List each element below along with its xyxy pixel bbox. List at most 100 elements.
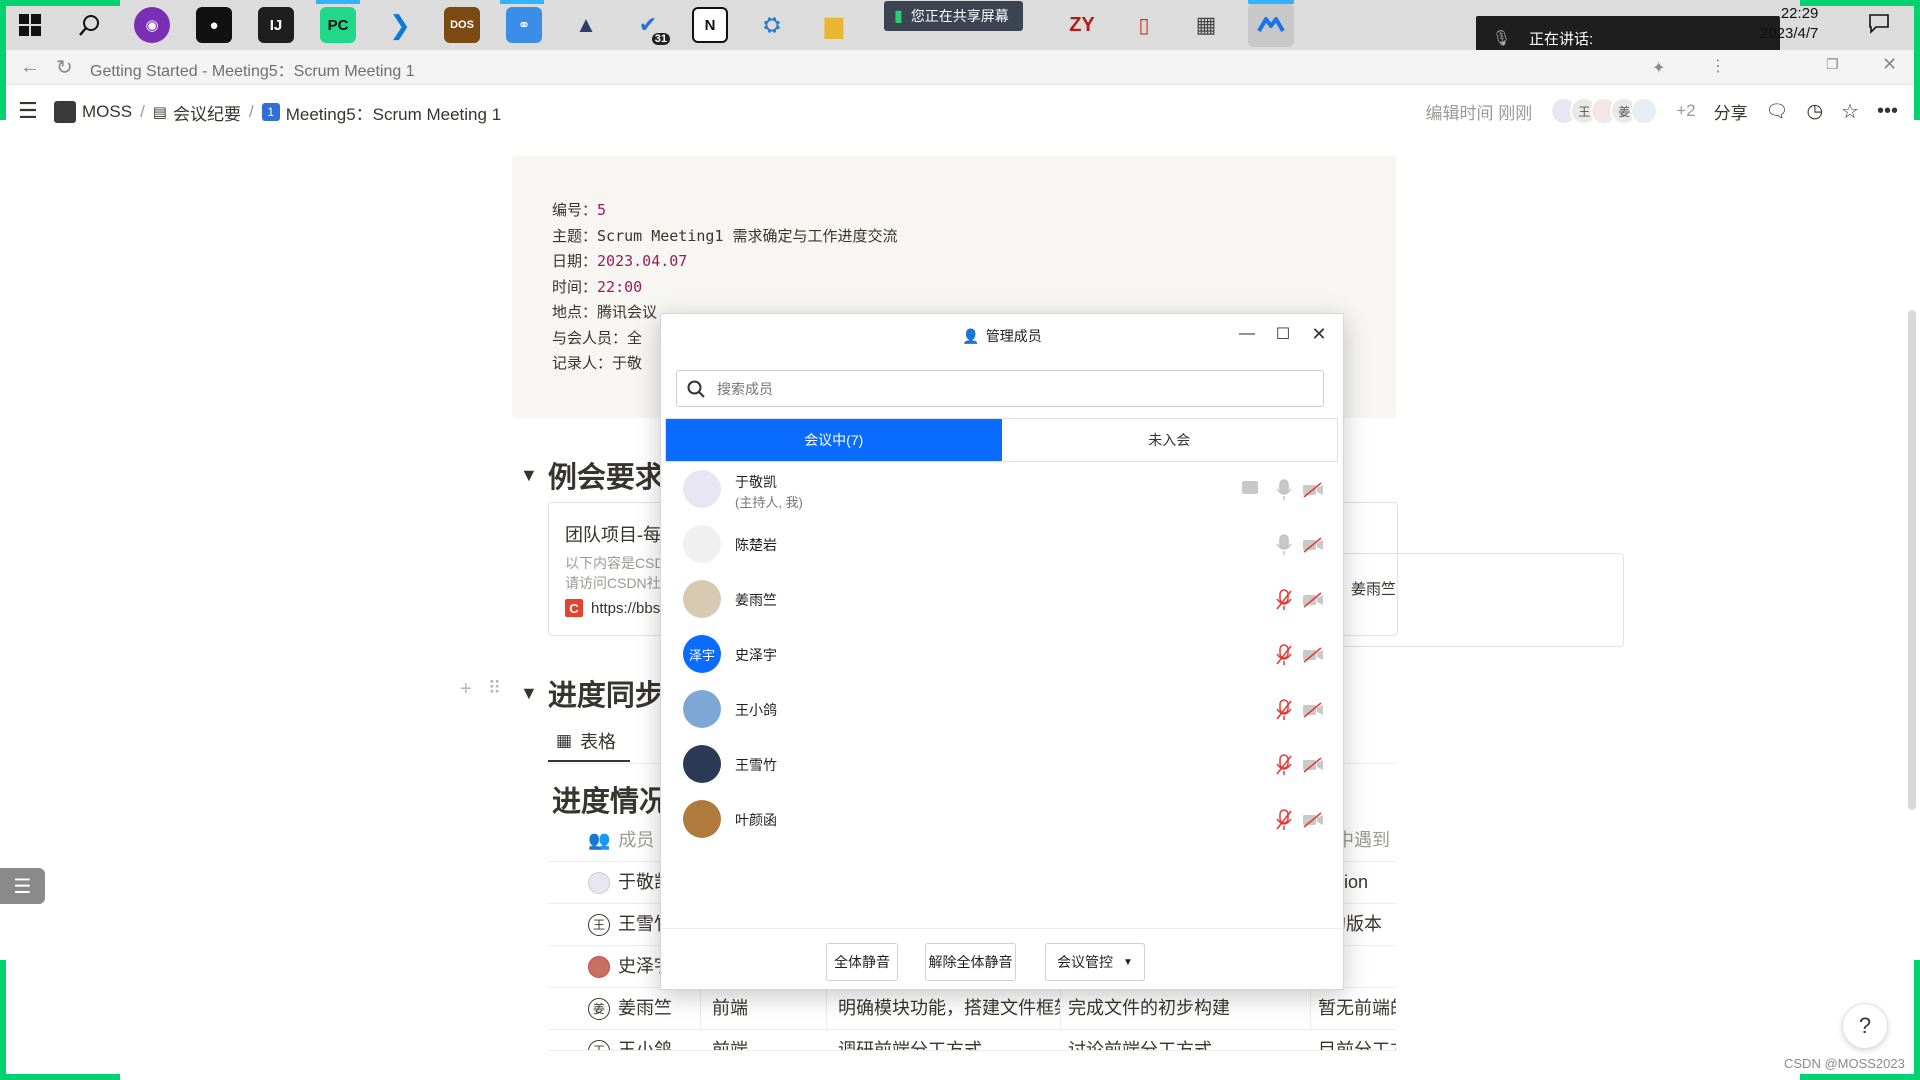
zotero-icon[interactable]: ZY [1064, 7, 1100, 43]
member-avatar [683, 690, 721, 728]
mic-muted-icon[interactable] [1275, 809, 1293, 831]
workspace-logo-icon [54, 101, 76, 123]
breadcrumb-item[interactable]: Meeting5：Scrum Meeting 1 [286, 100, 501, 125]
member-row[interactable]: 姜雨竺 [661, 572, 1343, 627]
github-desktop-icon[interactable]: ◉ [134, 7, 170, 43]
meeting-control-dropdown[interactable]: 会议管控 ▼ [1045, 943, 1145, 981]
watermark-text: CSDN @MOSS2023 [1784, 1056, 1905, 1071]
tab-in-meeting[interactable]: 会议中(7) [666, 419, 1002, 461]
unmute-all-button[interactable]: 解除全体静音 [925, 943, 1016, 981]
avatar [588, 872, 610, 895]
camera-off-icon[interactable] [1302, 482, 1324, 498]
toggle-triangle-icon[interactable]: ▼ [520, 683, 538, 704]
more-menu-icon[interactable]: ⋮ [1710, 56, 1726, 76]
pycharm-icon[interactable]: PC [320, 7, 356, 43]
camera-off-icon[interactable] [1302, 812, 1324, 828]
table-row[interactable]: 王王小鸽 前端 调研前端分工方式 讨论前端分工方式 目前分工方式 [548, 1030, 1396, 1051]
camera-off-icon[interactable] [1302, 647, 1324, 663]
system-clock[interactable]: 22:29 2023/4/7 [1760, 4, 1818, 44]
camera-off-icon[interactable] [1302, 757, 1324, 773]
mic-muted-icon[interactable] [1275, 589, 1293, 611]
cell-done: 明确模块功能，搭建文件框架 [838, 998, 1060, 1018]
share-button[interactable]: 分享 [1714, 99, 1748, 124]
camera-off-icon[interactable] [1302, 537, 1324, 553]
member-avatar [683, 745, 721, 783]
section-heading-requirements[interactable]: ▼ 例会要求 [520, 454, 664, 496]
breadcrumb-item[interactable]: 会议纪要 [173, 100, 241, 125]
collaborator-avatars[interactable]: 王 姜 [1550, 97, 1659, 125]
active-app-indicator [1248, 0, 1294, 4]
cat-app-icon[interactable]: ▲ [568, 7, 604, 43]
share-frame [1800, 0, 1920, 6]
table-view-tab[interactable]: ▦ 表格 [556, 728, 616, 754]
vmware-icon[interactable]: ⛭ [754, 7, 790, 43]
dosbox-icon[interactable]: DOS [444, 7, 480, 43]
drag-handle-icon[interactable]: ⠿ [488, 678, 501, 699]
mic-muted-icon[interactable] [1275, 754, 1293, 776]
mic-icon[interactable] [1275, 479, 1293, 501]
notion-icon[interactable]: N [692, 7, 728, 43]
share-frame [0, 0, 120, 6]
member-search[interactable] [676, 370, 1324, 407]
avatar [1630, 97, 1659, 125]
help-button[interactable]: ? [1842, 1003, 1888, 1049]
windows-start-icon[interactable] [12, 7, 48, 43]
member-row[interactable]: 陈楚岩 [661, 517, 1343, 572]
mic-muted-icon[interactable] [1275, 644, 1293, 666]
member-name: 王雪竹 [735, 757, 777, 773]
notebook-icon: ▤ [152, 104, 167, 121]
more-options-icon[interactable]: ••• [1877, 100, 1898, 123]
favorite-star-icon[interactable]: ☆ [1841, 99, 1859, 124]
table-row[interactable]: 姜姜雨竺 前端 明确模块功能，搭建文件框架 完成文件的初步构建 暂无前端的整体 [548, 988, 1396, 1030]
mute-all-button[interactable]: 全体静音 [826, 943, 898, 981]
notification-center-icon[interactable] [1868, 12, 1892, 34]
todo-app-icon[interactable]: ✔ 31 [630, 7, 670, 45]
search-input[interactable] [715, 379, 1279, 398]
close-window-icon[interactable]: ✕ [1882, 54, 1897, 75]
extensions-icon[interactable]: ✦ [1652, 58, 1665, 78]
search-icon[interactable] [72, 7, 108, 43]
toggle-triangle-icon[interactable]: ▼ [520, 465, 538, 486]
reload-icon[interactable]: ↻ [56, 55, 73, 80]
back-arrow-icon[interactable]: ← [20, 56, 40, 79]
minimize-icon[interactable]: — [1233, 322, 1261, 346]
share-frame [0, 1074, 120, 1080]
page-scrollbar[interactable] [1908, 310, 1916, 810]
intellij-icon[interactable]: IJ [258, 7, 294, 43]
mic-icon[interactable] [1275, 534, 1293, 556]
tencent-meeting-icon[interactable] [1248, 3, 1294, 47]
breadcrumb-item[interactable]: MOSS [82, 102, 132, 122]
history-clock-icon[interactable]: ◷ [1806, 100, 1823, 123]
member-row[interactable]: 叶颜函 [661, 792, 1343, 847]
camera-off-icon[interactable] [1302, 592, 1324, 608]
file-explorer-icon[interactable]: ▆ [816, 7, 852, 43]
member-avatar [683, 580, 721, 618]
table-of-contents-icon[interactable]: ☰ [0, 868, 45, 904]
member-row[interactable]: 王雪竹 [661, 737, 1343, 792]
mention-card[interactable]: 姜雨竺 [1330, 553, 1624, 647]
mic-muted-icon[interactable] [1275, 699, 1293, 721]
camera-off-icon[interactable] [1302, 702, 1324, 718]
maximize-icon[interactable]: ☐ [1269, 322, 1297, 346]
section-heading-progress[interactable]: ▼ 进度同步 [520, 672, 664, 714]
clock-time: 22:29 [1780, 5, 1819, 22]
member-row[interactable]: 于敬凯 (主持人, 我) [661, 462, 1343, 517]
cell-done: 调研前端分工方式 [838, 1040, 982, 1051]
member-row[interactable]: 泽宇 史泽宇 [661, 627, 1343, 682]
comment-icon[interactable]: 🗨 [1766, 101, 1789, 122]
calculator-icon[interactable]: ▦ [1188, 7, 1224, 43]
column-header-member[interactable]: 👥 成员 [588, 820, 654, 861]
share-frame [1914, 0, 1920, 120]
vscode-icon[interactable]: ❯ [382, 7, 418, 43]
member-row[interactable]: 王小鸽 [661, 682, 1343, 737]
screen-share-banner[interactable]: ▮ 您正在共享屏幕 [884, 1, 1023, 31]
sidebar-menu-icon[interactable]: ☰ [18, 98, 38, 124]
mention-name: 姜雨竺 [1351, 581, 1397, 598]
restore-window-icon[interactable]: ❐ [1826, 56, 1839, 73]
pdf-icon[interactable]: ▯ [1126, 7, 1162, 43]
graph-tool-icon[interactable]: ⚭ [506, 7, 542, 43]
add-block-icon[interactable]: + [460, 678, 472, 701]
tab-not-joined[interactable]: 未入会 [1002, 419, 1338, 461]
close-icon[interactable]: ✕ [1305, 322, 1333, 346]
github-icon[interactable]: ● [196, 7, 232, 43]
